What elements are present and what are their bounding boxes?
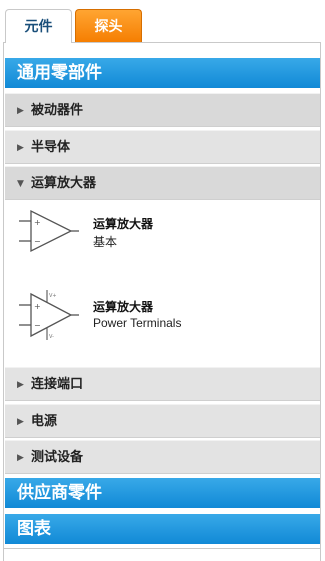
section-charts[interactable]: 图表	[5, 514, 320, 544]
collapsed-arrow-icon: ▶	[17, 143, 24, 153]
item-subtitle: Power Terminals	[93, 316, 182, 330]
tab-probes[interactable]: 探头	[75, 9, 142, 43]
component-palette: 元件 探头 通用零部件 ▶ 被动器件 ▶ 半导体 ▼ 运算放大器 + − 运算放大器 …	[0, 0, 325, 561]
item-subtitle: 基本	[93, 235, 118, 249]
panel-bottom-divider	[3, 548, 321, 549]
svg-text:V-: V-	[49, 334, 54, 340]
collapsed-arrow-icon: ▶	[17, 106, 24, 116]
collapsed-arrow-icon: ▶	[17, 417, 24, 427]
svg-text:V+: V+	[49, 293, 57, 299]
svg-text:−: −	[34, 321, 41, 330]
svg-text:−: −	[34, 237, 41, 246]
category-connectors[interactable]: ▶ 连接端口	[5, 367, 320, 401]
opamp-power-terminals-item[interactable]: + − V+ V- 运算放大器 Power Terminals	[5, 284, 320, 364]
expanded-arrow-icon: ▼	[17, 179, 24, 189]
category-label: 运算放大器	[31, 176, 97, 191]
item-title: 运算放大器	[93, 300, 154, 314]
opamp-basic-item[interactable]: + − 运算放大器 基本	[5, 201, 320, 281]
category-label: 被动器件	[31, 103, 84, 118]
section-vendor-parts[interactable]: 供应商零件	[5, 478, 320, 508]
category-power[interactable]: ▶ 电源	[5, 404, 320, 438]
category-test-equipment[interactable]: ▶ 测试设备	[5, 440, 320, 474]
item-title: 运算放大器	[93, 217, 154, 231]
opamp-power-icon: + − V+ V-	[19, 290, 79, 340]
category-label: 测试设备	[31, 450, 84, 465]
category-semiconductor[interactable]: ▶ 半导体	[5, 130, 320, 164]
opamp-basic-icon: + −	[19, 209, 79, 253]
category-label: 连接端口	[31, 377, 84, 392]
section-common-parts[interactable]: 通用零部件	[5, 58, 320, 88]
category-label: 半导体	[31, 140, 71, 155]
collapsed-arrow-icon: ▶	[17, 380, 24, 390]
svg-text:+: +	[34, 218, 41, 227]
category-label: 电源	[31, 414, 58, 429]
svg-text:+: +	[34, 302, 41, 311]
collapsed-arrow-icon: ▶	[17, 453, 24, 463]
category-passive[interactable]: ▶ 被动器件	[5, 93, 320, 127]
tab-components[interactable]: 元件	[5, 9, 72, 43]
tab-bar: 元件 探头	[5, 9, 321, 43]
category-opamp[interactable]: ▼ 运算放大器	[5, 166, 320, 200]
